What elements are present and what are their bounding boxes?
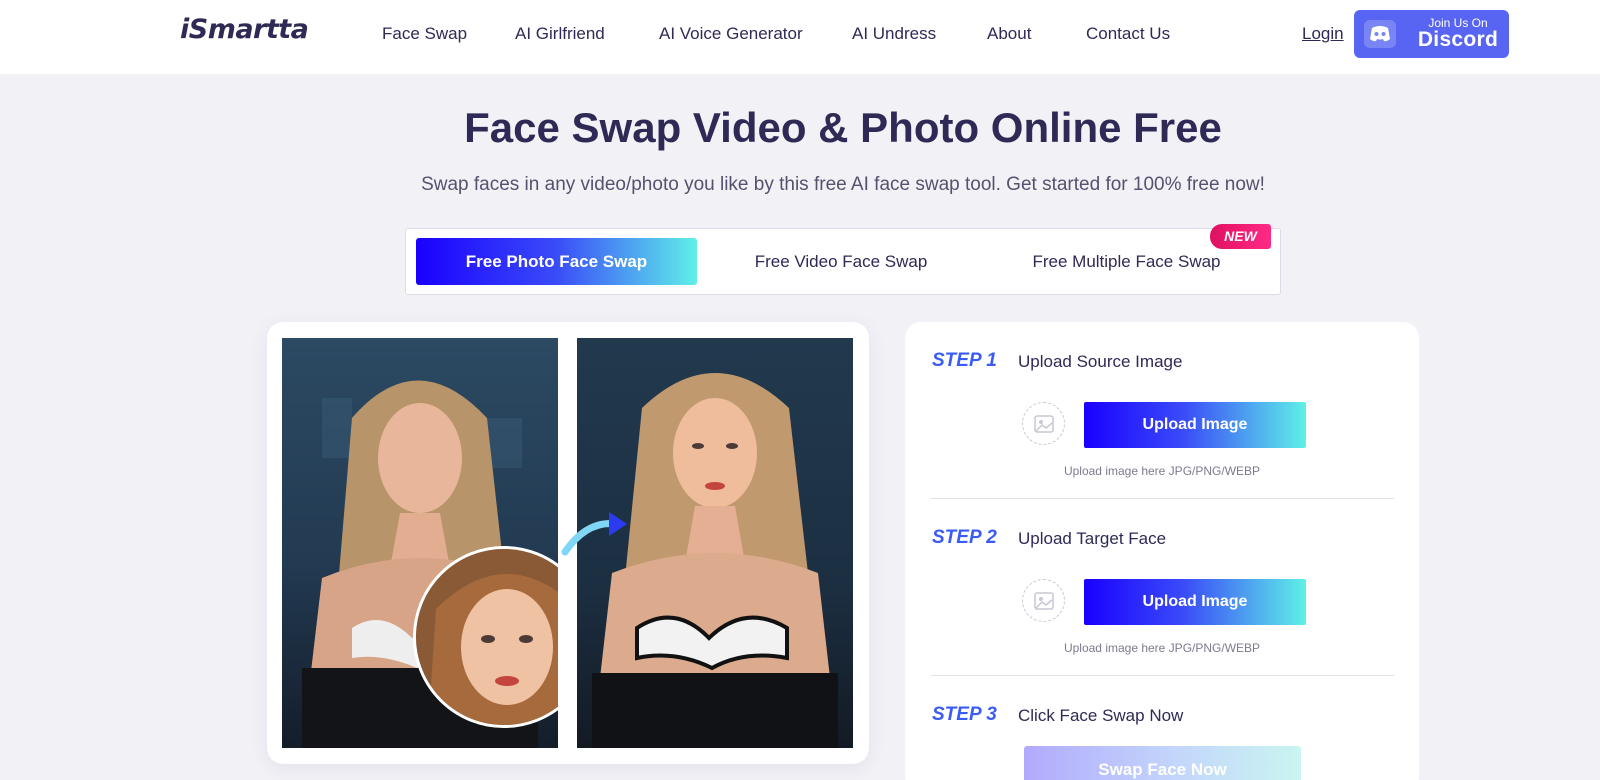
nav-face-swap[interactable]: Face Swap [382, 24, 467, 44]
source-example-photo [282, 338, 558, 748]
swap-face-now-button[interactable]: Swap Face Now [1024, 746, 1301, 780]
discord-icon [1364, 20, 1396, 48]
nav-ai-girlfriend[interactable]: AI Girlfriend [515, 24, 605, 44]
mode-tabs: Free Photo Face Swap Free Video Face Swa… [405, 224, 1281, 295]
upload-source-hint: Upload image here JPG/PNG/WEBP [1063, 464, 1261, 478]
step-divider [931, 675, 1394, 676]
swap-arrow-icon [561, 512, 627, 556]
nav-contact-us[interactable]: Contact Us [1086, 24, 1170, 44]
page-subtitle: Swap faces in any video/photo you like b… [421, 174, 1265, 195]
source-image-placeholder[interactable] [1022, 402, 1065, 445]
nav-ai-voice-generator[interactable]: AI Voice Generator [659, 24, 803, 44]
upload-source-button[interactable]: Upload Image [1084, 402, 1306, 448]
image-icon [1034, 592, 1054, 610]
step-2-title: Upload Target Face [1018, 529, 1167, 548]
image-icon [1034, 415, 1054, 433]
step-divider [931, 498, 1394, 499]
upload-target-hint: Upload image here JPG/PNG/WEBP [1063, 641, 1261, 655]
nav-about[interactable]: About [987, 24, 1031, 44]
upload-target-button[interactable]: Upload Image [1084, 579, 1306, 625]
step-3-title: Click Face Swap Now [1018, 706, 1184, 725]
top-header: iSmartta Face Swap AI Girlfriend AI Voic… [0, 0, 1600, 74]
nav-ai-undress[interactable]: AI Undress [852, 24, 936, 44]
login-link[interactable]: Login [1302, 24, 1344, 44]
new-badge: NEW [1210, 224, 1271, 249]
tab-photo-face-swap[interactable]: Free Photo Face Swap [416, 238, 697, 285]
target-face-placeholder[interactable] [1022, 579, 1065, 622]
face-swap-steps-panel: STEP 1 Upload Source Image Upload Image … [905, 322, 1419, 780]
page-title: Face Swap Video & Photo Online Free [464, 104, 1222, 151]
step-3-label: STEP 3 [932, 704, 997, 725]
step-1-label: STEP 1 [932, 350, 997, 371]
step-2-label: STEP 2 [932, 527, 997, 548]
example-image-card [267, 322, 869, 764]
step-1-title: Upload Source Image [1018, 352, 1183, 371]
site-logo[interactable]: iSmartta [180, 14, 309, 45]
tab-video-face-swap[interactable]: Free Video Face Swap [721, 238, 961, 285]
discord-bottom-label: Discord [1417, 28, 1499, 51]
discord-button[interactable]: Join Us On Discord [1354, 10, 1509, 58]
